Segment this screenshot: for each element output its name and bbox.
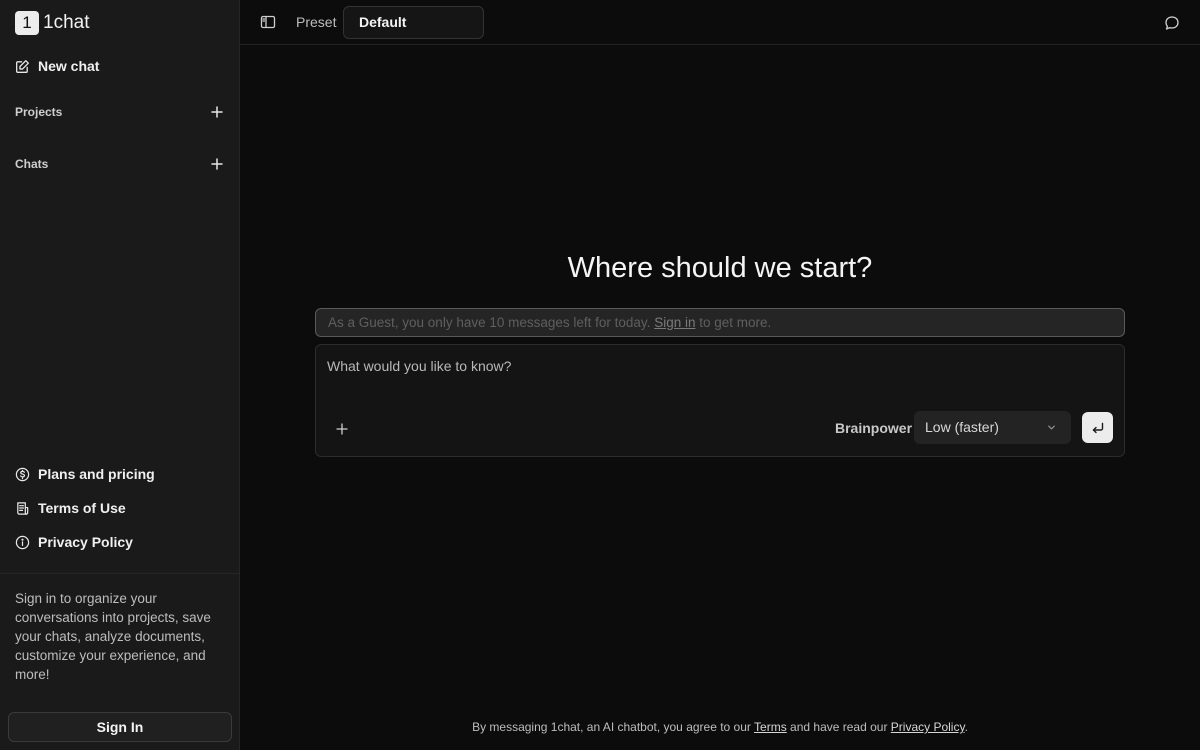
chevron-down-icon (1048, 425, 1055, 430)
logo-mark: 1 (15, 11, 39, 35)
document-list-icon (17, 501, 29, 515)
sidebar: 1 1chat New chat Projects Chats Plans an… (0, 0, 240, 750)
page-title: Where should we start? (567, 252, 873, 284)
brainpower-label: Brainpower (835, 420, 913, 436)
new-chat-button[interactable]: New chat (15, 58, 99, 74)
privacy-label: Privacy Policy (38, 534, 133, 550)
terms-link[interactable]: Terms (754, 720, 787, 734)
privacy-policy-link[interactable]: Privacy Policy (891, 720, 965, 734)
sidebar-section-projects: Projects (15, 102, 225, 122)
info-circle-icon (15, 535, 30, 549)
message-composer: Brainpower Low (faster) (315, 344, 1125, 457)
disclaimer-text: By messaging 1chat, an AI chatbot, you a… (472, 720, 755, 734)
chats-label: Chats (15, 157, 49, 171)
plans-label: Plans and pricing (38, 466, 155, 482)
guest-banner-suffix: to get more. (695, 315, 772, 330)
add-chat-button[interactable] (209, 156, 225, 172)
plus-icon (211, 106, 223, 118)
legal-disclaimer: By messaging 1chat, an AI chatbot, you a… (240, 720, 1200, 734)
enter-arrow-icon (1092, 422, 1103, 433)
plus-icon (211, 158, 223, 170)
plus-icon (336, 423, 348, 435)
terms-label: Terms of Use (38, 500, 126, 516)
new-chat-label: New chat (38, 58, 100, 74)
top-bar: Preset Default (240, 0, 1200, 45)
preset-label: Preset (296, 14, 337, 30)
preset-select[interactable]: Default (343, 6, 484, 39)
dollar-circle-icon (15, 467, 30, 481)
chat-bubble-icon[interactable] (1164, 15, 1180, 31)
pencil-square-icon (16, 59, 29, 73)
sidebar-section-chats: Chats (15, 154, 225, 174)
guest-banner-text: As a Guest, you only have 10 messages le… (328, 315, 655, 330)
sidebar-link-plans[interactable]: Plans and pricing (15, 466, 155, 482)
disclaimer-end: . (964, 720, 968, 734)
attach-button[interactable] (332, 419, 352, 439)
guest-limit-banner: As a Guest, you only have 10 messages le… (315, 308, 1125, 337)
signin-note: Sign in to organize your conversations i… (15, 591, 211, 682)
app-root: 1 1chat New chat Projects Chats Plans an… (0, 0, 1200, 750)
add-project-button[interactable] (209, 104, 225, 120)
app-logo[interactable]: 1 1chat (15, 11, 89, 35)
sidebar-link-privacy[interactable]: Privacy Policy (15, 534, 133, 550)
message-input[interactable] (327, 358, 1107, 374)
guest-banner-sign-in-link[interactable]: Sign in (654, 315, 695, 330)
brainpower-value: Low (faster) (925, 419, 999, 435)
sidebar-toggle-icon[interactable] (260, 14, 276, 30)
sidebar-link-terms[interactable]: Terms of Use (15, 500, 126, 516)
projects-label: Projects (15, 105, 63, 119)
logo-text: 1chat (43, 12, 90, 33)
brainpower-select[interactable]: Low (faster) (914, 411, 1071, 444)
disclaimer-middle: and have read our (786, 720, 891, 734)
sign-in-button[interactable]: Sign In (8, 712, 232, 742)
send-button[interactable] (1082, 412, 1113, 443)
sidebar-divider (0, 573, 239, 574)
